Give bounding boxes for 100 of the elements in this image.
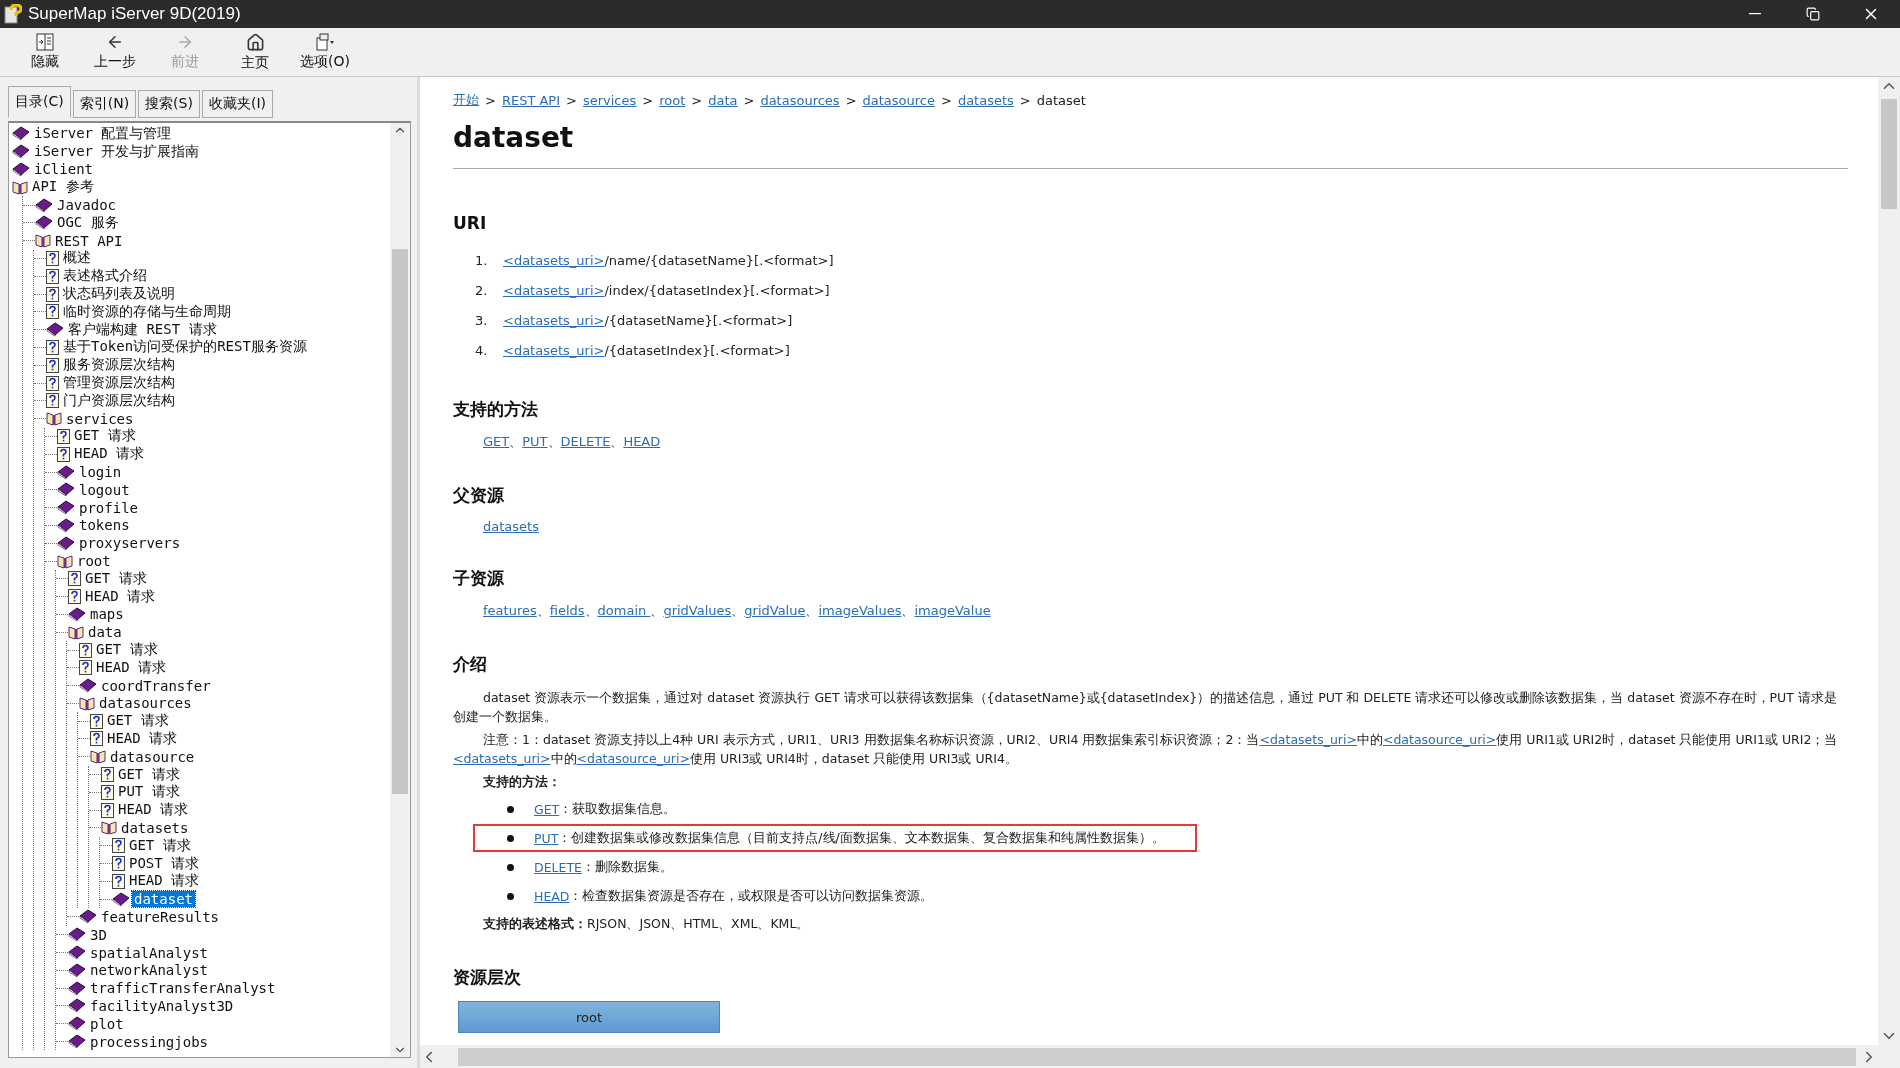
- scrollbar[interactable]: [390, 123, 410, 1057]
- uri-link[interactable]: <datasets_uri>: [503, 342, 605, 358]
- tree-item[interactable]: HEAD 请求: [72, 445, 147, 464]
- tree-item[interactable]: OGC 服务: [55, 213, 121, 232]
- uri-link[interactable]: <datasource_uri>: [1382, 732, 1497, 747]
- tree-item[interactable]: HEAD 请求: [83, 587, 158, 606]
- scrollbar-thumb[interactable]: [392, 249, 408, 794]
- resource-link[interactable]: datasets: [483, 519, 539, 534]
- method-link[interactable]: GET: [534, 801, 560, 817]
- tree-item[interactable]: dataset: [132, 891, 195, 908]
- tree-item[interactable]: 3D: [88, 926, 109, 943]
- tree-item[interactable]: coordTransfer: [99, 677, 213, 694]
- tree-item[interactable]: HEAD 请求: [94, 658, 169, 677]
- tree-item[interactable]: facilityAnalyst3D: [88, 997, 236, 1014]
- tree-item[interactable]: PUT 请求: [116, 783, 182, 802]
- toolbar-button[interactable]: 选项(O): [294, 28, 356, 76]
- method-link[interactable]: HEAD: [623, 434, 661, 449]
- scrollbar[interactable]: [1878, 77, 1900, 1045]
- tree-item[interactable]: maps: [88, 606, 126, 623]
- tree-item[interactable]: 门户资源层次结构: [61, 391, 177, 410]
- tree-item[interactable]: POST 请求: [127, 854, 202, 873]
- tree-item[interactable]: datasets: [119, 819, 191, 836]
- uri-link[interactable]: <datasets_uri>: [503, 312, 605, 328]
- tree-item[interactable]: GET 请求: [116, 765, 182, 784]
- tree-item[interactable]: processingjobs: [88, 1033, 210, 1050]
- tree-item[interactable]: 临时资源的存储与生命周期: [61, 302, 233, 321]
- toolbar-button[interactable]: 上一步: [84, 28, 146, 76]
- tree-item[interactable]: GET 请求: [105, 712, 171, 731]
- resource-link[interactable]: fields: [549, 603, 585, 618]
- tree-item[interactable]: HEAD 请求: [105, 730, 180, 748]
- tab[interactable]: 索引(N): [72, 90, 137, 118]
- tree-item[interactable]: GET 请求: [83, 569, 149, 588]
- tree-item[interactable]: iServer 配置与管理: [32, 124, 174, 143]
- method-link[interactable]: PUT: [522, 434, 548, 449]
- breadcrumb-link[interactable]: data: [708, 92, 738, 108]
- tree-item[interactable]: tokens: [77, 517, 132, 534]
- tree-item[interactable]: 状态码列表及说明: [61, 285, 177, 304]
- tree-item[interactable]: REST API: [53, 232, 125, 249]
- tree-item[interactable]: login: [77, 464, 124, 481]
- breadcrumb-link[interactable]: root: [659, 92, 686, 108]
- tree-item[interactable]: plot: [88, 1015, 126, 1032]
- section-heading: 介绍: [453, 653, 488, 676]
- resource-link[interactable]: features: [483, 603, 537, 618]
- breadcrumb-link[interactable]: datasource: [862, 92, 935, 108]
- breadcrumb-link[interactable]: REST API: [501, 92, 561, 108]
- tree-item[interactable]: spatialAnalyst: [88, 944, 210, 961]
- tree-item[interactable]: 服务资源层次结构: [61, 356, 177, 375]
- tree-item[interactable]: datasource: [108, 748, 197, 765]
- resource-link[interactable]: imageValue: [914, 603, 991, 618]
- tab[interactable]: 搜索(S): [138, 90, 200, 118]
- resource-link[interactable]: imageValues: [818, 603, 902, 618]
- tree-item[interactable]: proxyservers: [77, 535, 183, 552]
- toolbar-button[interactable]: 主页: [224, 28, 286, 76]
- tree-item[interactable]: GET 请求: [72, 427, 138, 446]
- uri-link[interactable]: <datasource_uri>: [576, 751, 690, 766]
- horizontal-scrollbar[interactable]: [420, 1045, 1878, 1068]
- breadcrumb-link[interactable]: datasources: [760, 92, 840, 108]
- tree-item[interactable]: 表述格式介绍: [61, 267, 149, 286]
- tab[interactable]: 目录(C): [8, 86, 71, 118]
- method-link[interactable]: DELETE: [534, 859, 582, 875]
- tree-item[interactable]: GET 请求: [127, 836, 193, 855]
- tree-item[interactable]: API 参考: [30, 178, 96, 197]
- tree-item[interactable]: services: [64, 410, 136, 427]
- method-link[interactable]: HEAD: [534, 888, 570, 904]
- tree-item[interactable]: HEAD 请求: [127, 872, 202, 891]
- resource-link[interactable]: gridValue: [744, 603, 806, 618]
- tree-item[interactable]: 管理资源层次结构: [61, 374, 177, 393]
- tree-item[interactable]: data: [86, 624, 124, 641]
- uri-link[interactable]: <datasets_uri>: [453, 751, 551, 766]
- tree-item[interactable]: iClient: [32, 161, 95, 178]
- tree-item[interactable]: datasources: [97, 695, 194, 712]
- uri-link[interactable]: <datasets_uri>: [503, 252, 605, 268]
- method-link[interactable]: GET: [483, 434, 510, 449]
- tree-item[interactable]: trafficTransferAnalyst: [88, 980, 278, 997]
- tree-item[interactable]: 概述: [61, 249, 93, 268]
- tree-item[interactable]: networkAnalyst: [88, 962, 210, 979]
- tree-item[interactable]: featureResults: [99, 908, 221, 925]
- tree-item[interactable]: logout: [77, 481, 132, 498]
- uri-link[interactable]: <datasets_uri>: [503, 282, 605, 298]
- breadcrumb-link[interactable]: 开始: [453, 91, 479, 109]
- tab[interactable]: 收藏夹(I): [201, 90, 273, 118]
- tree-item[interactable]: 基于Token访问受保护的REST服务资源: [61, 338, 309, 357]
- scrollbar-thumb[interactable]: [458, 1047, 1856, 1066]
- section-heading: 父资源: [453, 484, 505, 507]
- resource-link[interactable]: gridValues: [663, 603, 732, 618]
- method-link[interactable]: PUT: [534, 830, 559, 846]
- tree-item[interactable]: 客户端构建 REST 请求: [66, 320, 219, 339]
- tree-item[interactable]: iServer 开发与扩展指南: [32, 142, 202, 161]
- tree-item[interactable]: GET 请求: [94, 641, 160, 659]
- method-link[interactable]: DELETE: [560, 434, 611, 449]
- uri-link[interactable]: <datasets_uri>: [1259, 732, 1357, 747]
- scrollbar-thumb[interactable]: [1881, 99, 1897, 209]
- tree-item[interactable]: Javadoc: [55, 197, 118, 214]
- breadcrumb-link[interactable]: services: [582, 92, 637, 108]
- resource-link[interactable]: domain: [597, 603, 651, 618]
- tree-item[interactable]: root: [75, 553, 113, 569]
- tree-item[interactable]: HEAD 请求: [116, 801, 191, 820]
- tree-item[interactable]: profile: [77, 499, 140, 516]
- toolbar-button[interactable]: 隐藏: [14, 28, 76, 76]
- breadcrumb-link[interactable]: datasets: [957, 92, 1014, 108]
